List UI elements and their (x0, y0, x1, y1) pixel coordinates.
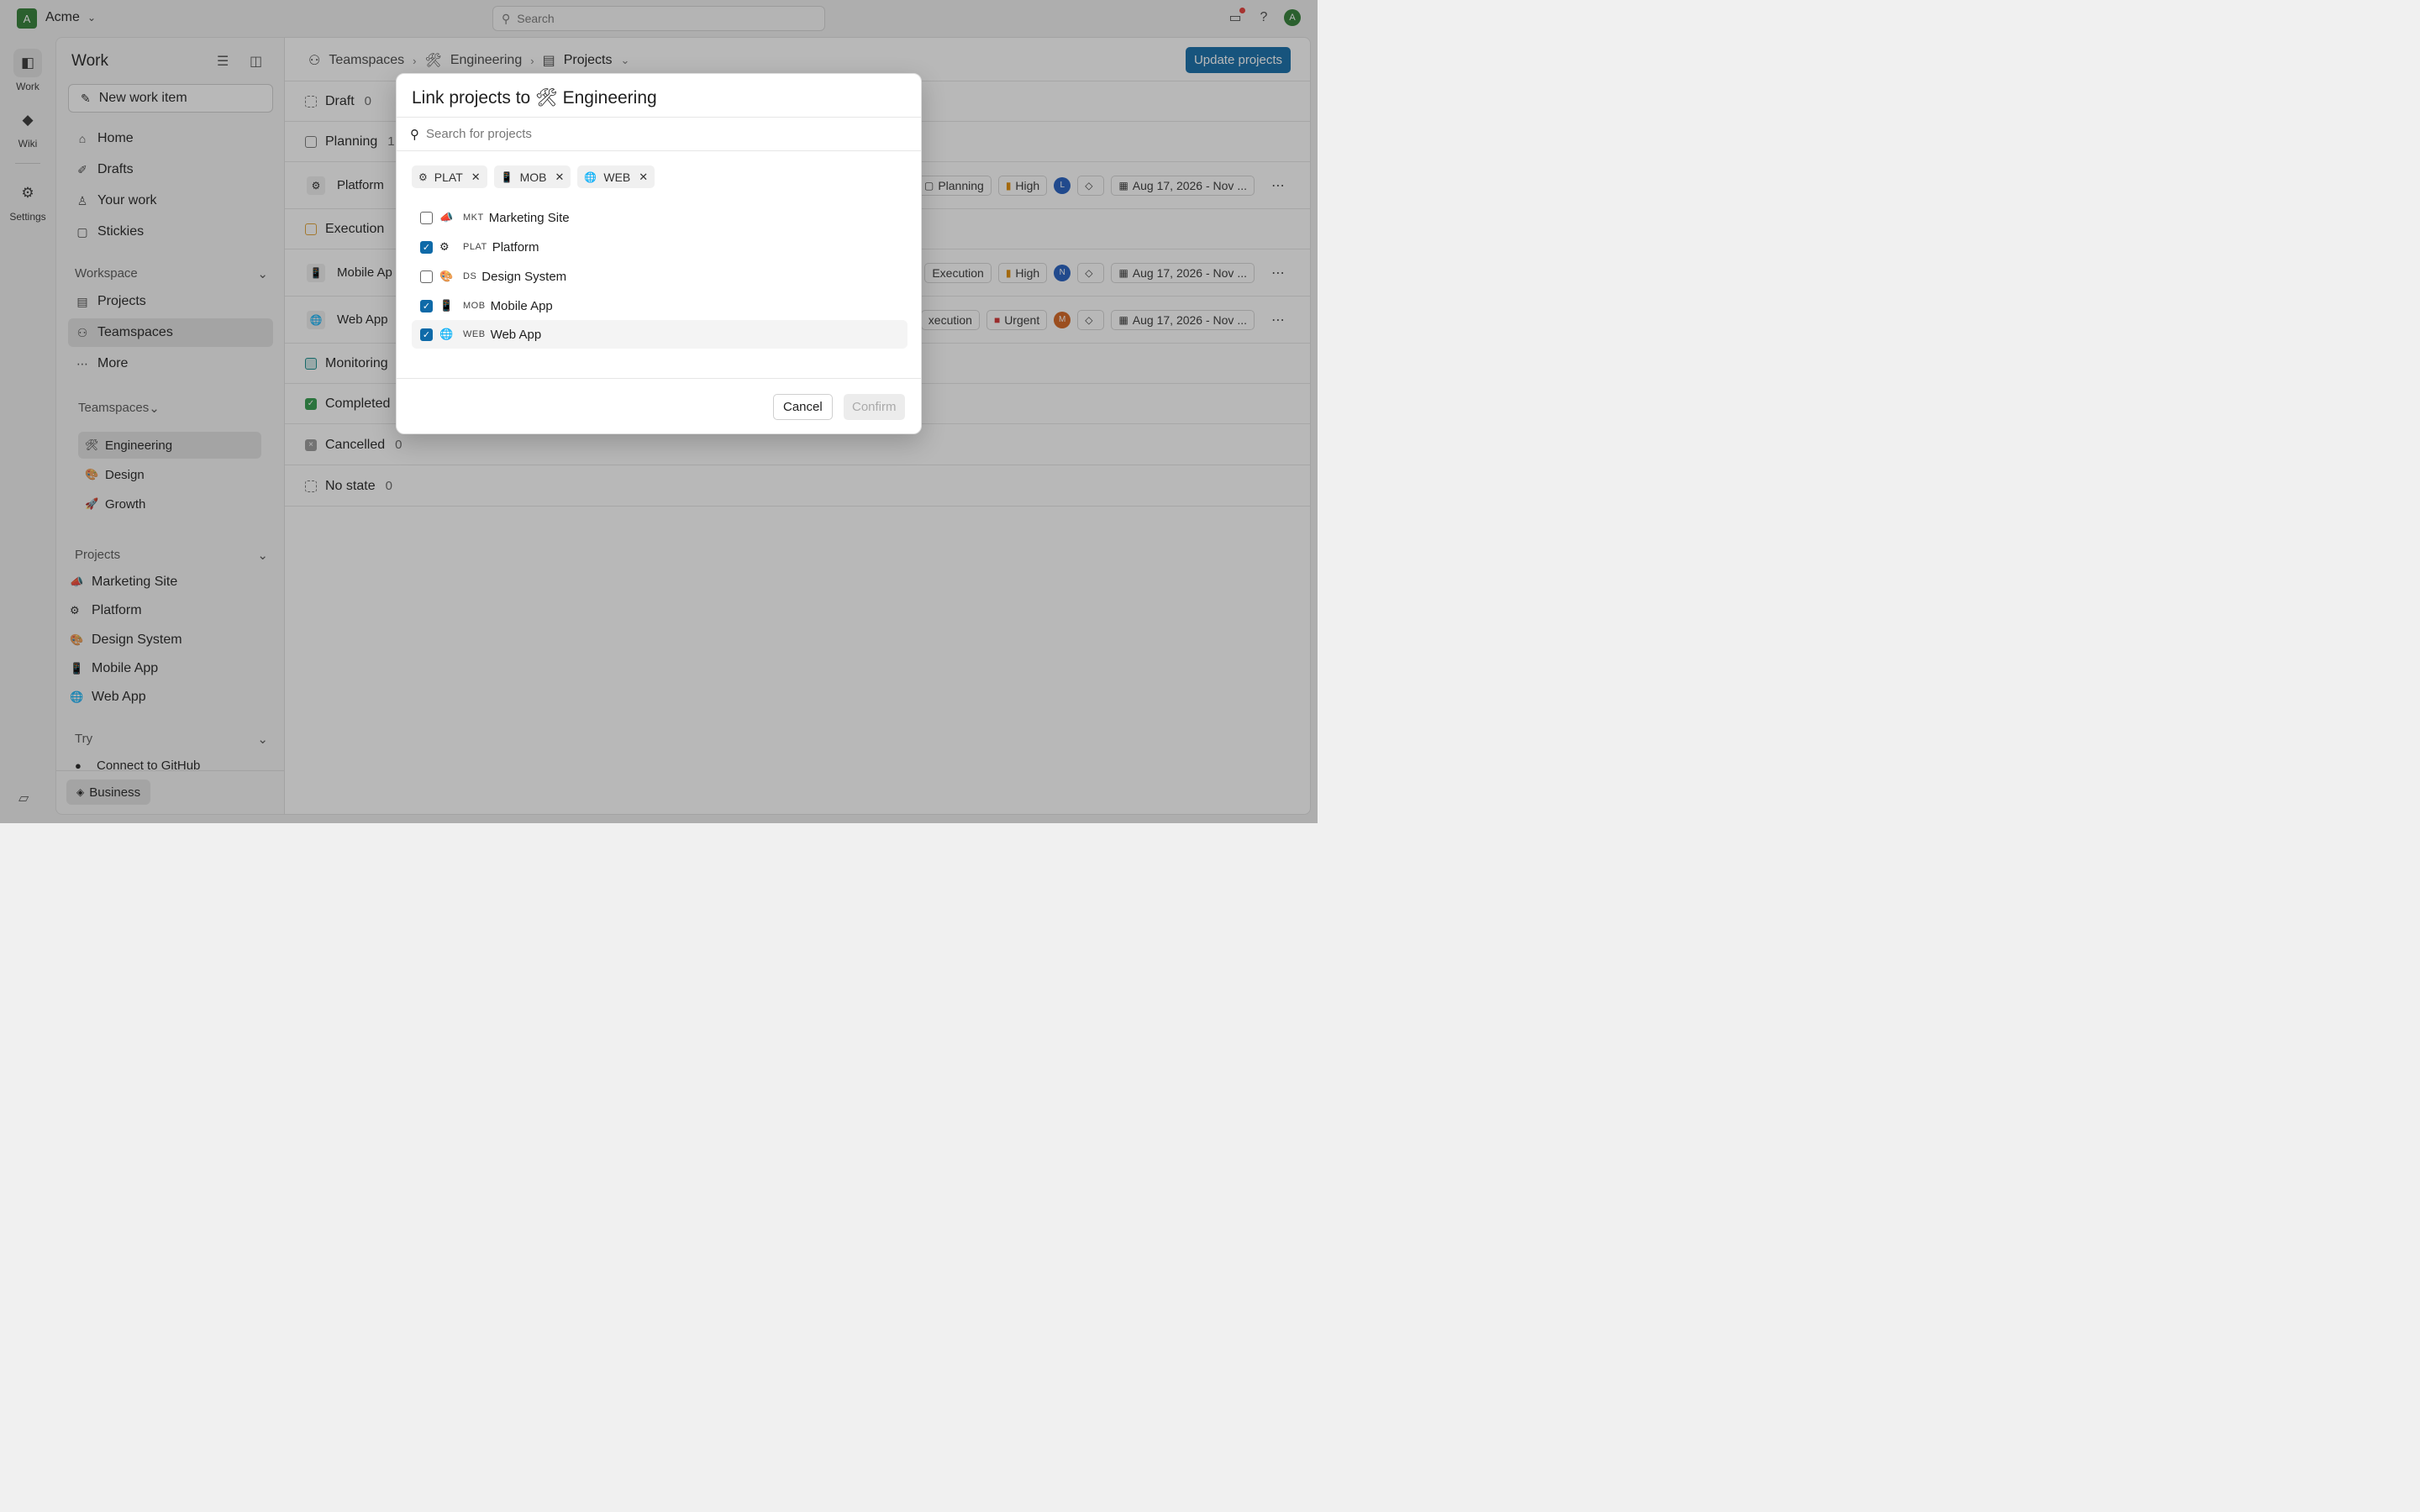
phone-icon: 📱 (500, 171, 513, 183)
selected-tags: ⚙ PLAT ✕ 📱 MOB ✕ 🌐 WEB ✕ (412, 165, 655, 188)
project-option-mob[interactable]: ✓ 📱 MOB Mobile App (412, 291, 908, 320)
globe-icon: 🌐 (584, 171, 597, 183)
project-search: ⚲ (397, 117, 921, 151)
option-code: DS (463, 271, 477, 281)
project-option-web[interactable]: ✓ 🌐 WEB Web App (412, 320, 908, 349)
modal-footer-divider (397, 378, 921, 379)
gear-icon: ⚙ (439, 240, 450, 253)
modal-title: Link projects to 🛠 Engineering (412, 88, 657, 108)
close-icon[interactable]: ✕ (471, 171, 481, 184)
close-icon[interactable]: ✕ (639, 171, 648, 184)
phone-icon: 📱 (439, 299, 454, 312)
option-code: MKT (463, 213, 484, 223)
modal-title-prefix: Link projects to (412, 88, 531, 108)
modal-title-target: Engineering (562, 88, 657, 108)
option-checkbox[interactable]: ✓ (420, 328, 433, 341)
selected-tag-web: 🌐 WEB ✕ (577, 165, 655, 188)
project-option-mkt[interactable]: 📣 MKT Marketing Site (412, 203, 908, 232)
link-projects-modal: Link projects to 🛠 Engineering ⚲ ⚙ PLAT ✕ … (396, 73, 922, 434)
selected-tag-mob: 📱 MOB ✕ (493, 165, 571, 188)
option-code: WEB (463, 329, 486, 339)
option-name: Platform (492, 239, 539, 255)
tag-code: PLAT (434, 170, 463, 184)
option-code: PLAT (463, 242, 487, 252)
option-checkbox[interactable]: ✓ (420, 299, 433, 312)
option-code: MOB (463, 301, 486, 311)
option-checkbox[interactable]: ✓ (420, 240, 433, 254)
megaphone-icon: 📣 (439, 211, 454, 223)
tools-icon: 🛠 (535, 88, 558, 108)
tag-code: MOB (519, 170, 547, 184)
confirm-button[interactable]: Confirm (844, 394, 905, 420)
palette-icon: 🎨 (439, 270, 454, 282)
option-name: Web App (490, 327, 542, 342)
project-option-ds[interactable]: 🎨 DS Design System (412, 262, 908, 291)
search-icon: ⚲ (410, 127, 419, 142)
close-icon[interactable]: ✕ (555, 171, 565, 184)
option-name: Marketing Site (488, 210, 570, 225)
globe-icon: 🌐 (439, 328, 454, 340)
project-search-input[interactable] (426, 127, 897, 141)
gear-icon: ⚙ (418, 171, 428, 183)
option-checkbox[interactable] (420, 211, 433, 224)
option-name: Mobile App (490, 298, 553, 313)
tag-code: WEB (603, 170, 631, 184)
cancel-button[interactable]: Cancel (773, 394, 833, 420)
selected-tag-plat: ⚙ PLAT ✕ (412, 165, 487, 188)
option-name: Design System (481, 269, 567, 284)
option-checkbox[interactable] (420, 270, 433, 283)
project-option-plat[interactable]: ✓ ⚙ PLAT Platform (412, 233, 908, 261)
